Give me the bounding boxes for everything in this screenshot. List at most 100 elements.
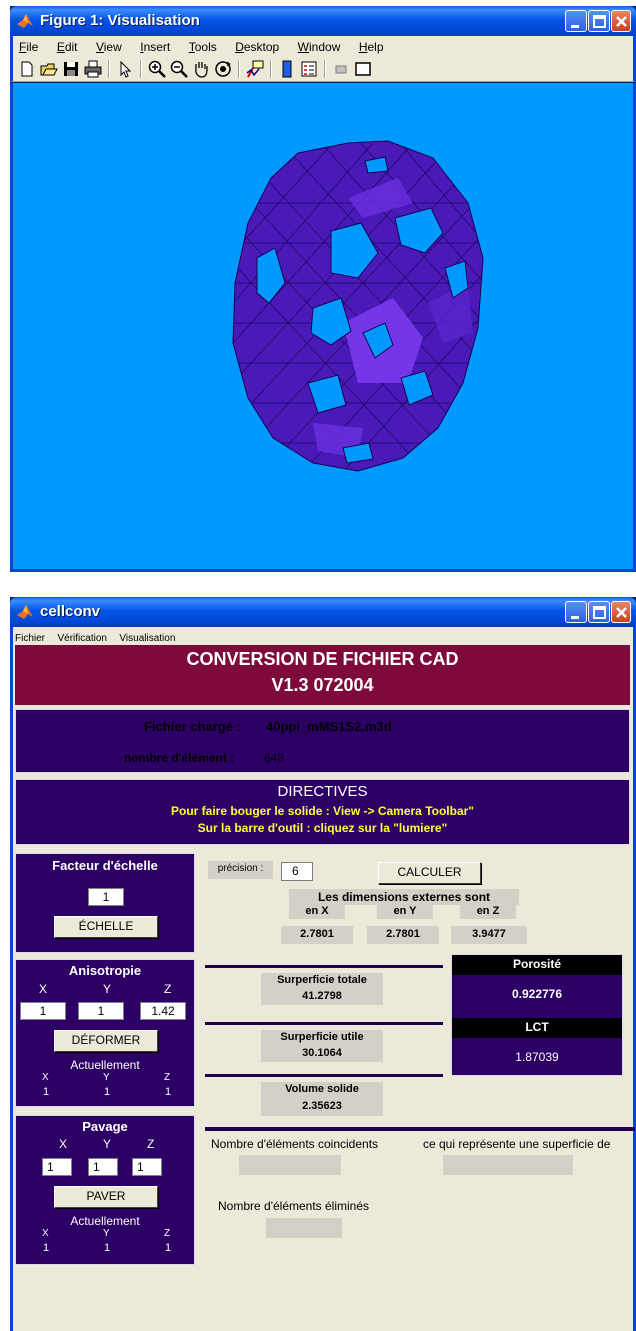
total-surface-value: 41.2798 (261, 989, 383, 1005)
toolbar-separator (238, 60, 240, 78)
figure-canvas[interactable] (10, 83, 636, 572)
anisotropy-y-input[interactable]: 1 (78, 1002, 124, 1020)
cellconv-menubar: Fichier Vérification Visualisation (10, 627, 636, 644)
directives-line-2: Sur la barre d'outil : cliquez sur la "l… (197, 821, 448, 835)
tiling-z-label: Z (147, 1137, 155, 1151)
figure-window: Figure 1: Visualisation File Edit View I… (10, 6, 636, 572)
tiling-title: Pavage (82, 1119, 128, 1134)
tile-button[interactable]: PAVER (54, 1186, 158, 1208)
menu-tools[interactable]: Tools (189, 40, 217, 54)
print-icon[interactable] (83, 59, 103, 79)
element-count-value: 648 (264, 751, 285, 765)
dimensions-y-value: 2.7801 (367, 926, 439, 944)
menu-file[interactable]: File (19, 40, 38, 54)
useful-surface-label: Surperficie utile (261, 1030, 383, 1046)
new-file-icon[interactable] (17, 59, 37, 79)
toolbar-separator (270, 60, 272, 78)
deform-button[interactable]: DÉFORMER (54, 1030, 158, 1052)
tiling-x-label: X (59, 1137, 68, 1151)
element-count-label: nombre d'élément : (124, 751, 235, 765)
figure-toolbar (10, 56, 636, 82)
save-icon[interactable] (61, 59, 81, 79)
menu-help[interactable]: Help (359, 40, 384, 54)
loaded-file-value: 40ppi_mMS1S2.m3d (266, 719, 392, 734)
scale-input[interactable]: 1 (88, 888, 124, 906)
dimensions-z-value: 3.9477 (451, 926, 527, 944)
menu-window[interactable]: Window (298, 40, 341, 54)
legend-icon[interactable] (299, 59, 319, 79)
maximize-button[interactable] (588, 601, 610, 623)
app-version: V1.3 072004 (271, 675, 374, 695)
represents-surface-label: ce qui représente une superficie de (423, 1137, 611, 1151)
useful-surface-value: 30.1064 (261, 1046, 383, 1062)
hide-plot-tools-icon[interactable] (331, 59, 351, 79)
figure-title: Figure 1: Visualisation (40, 12, 200, 29)
tiling-y-input[interactable]: 1 (88, 1158, 118, 1176)
menu-view[interactable]: View (96, 40, 122, 54)
cellconv-titlebar[interactable]: cellconv (10, 597, 636, 627)
porosity-label: Porosité (512, 957, 561, 971)
minimize-icon (571, 616, 579, 619)
zoom-out-icon[interactable] (169, 59, 189, 79)
close-button[interactable] (611, 601, 631, 623)
total-surface-label: Surperficie totale (261, 973, 383, 989)
tiling-y-label: Y (103, 1137, 112, 1151)
menu-edit[interactable]: Edit (57, 40, 78, 54)
figure-menubar: File Edit View Insert Tools Desktop Wind… (10, 36, 636, 56)
file-info-panel: Fichier chargé : 40ppi_mMS1S2.m3d nombre… (15, 709, 630, 773)
solid-volume-value: 2.35623 (261, 1098, 383, 1116)
anisotropy-panel: Anisotropie X Y Z 1 1 1.42 DÉFORMER Actu… (15, 959, 195, 1107)
cellular-solid-mesh[interactable] (13, 83, 633, 569)
porosity-header: Porosité (452, 955, 622, 975)
menu-desktop[interactable]: Desktop (235, 40, 279, 54)
arrow-pointer-icon[interactable] (115, 59, 135, 79)
divider-line (205, 1074, 443, 1077)
tiling-panel: Pavage X Y Z 1 1 1 PAVER Actuellement X … (15, 1115, 195, 1265)
dimensions-title: Les dimensions externes sont (289, 889, 519, 905)
anisotropy-x-label: X (39, 982, 48, 996)
anisotropy-title: Anisotropie (68, 963, 142, 978)
scale-title: Facteur d'échelle (52, 858, 158, 873)
anisotropy-x-input[interactable]: 1 (20, 1002, 66, 1020)
maximize-icon (593, 15, 606, 28)
minimize-button[interactable] (565, 601, 587, 623)
calculate-button[interactable]: CALCULER (378, 862, 481, 884)
dimensions-y-header: en Y (377, 905, 433, 919)
tiling-current-x-label: X (42, 1228, 49, 1239)
tiling-current-z-value: 1 (165, 1242, 172, 1254)
tiling-current-y-value: 1 (104, 1242, 111, 1254)
toolbar-separator (140, 60, 142, 78)
minimize-button[interactable] (565, 10, 587, 32)
tiling-current-label: Actuellement (70, 1214, 140, 1228)
colorbar-icon[interactable] (277, 59, 297, 79)
scale-button[interactable]: ÉCHELLE (54, 916, 158, 938)
anisotropy-current-z-value: 1 (165, 1086, 172, 1098)
zoom-in-icon[interactable] (147, 59, 167, 79)
open-file-icon[interactable] (39, 59, 59, 79)
tiling-x-input[interactable]: 1 (42, 1158, 72, 1176)
porosity-lct-panel: Porosité 0.922776 LCT 1.87039 (451, 954, 623, 1076)
data-cursor-icon[interactable] (245, 59, 265, 79)
porosity-value: 0.922776 (511, 987, 563, 1001)
lct-value: 1.87039 (515, 1050, 559, 1064)
tiling-z-input[interactable]: 1 (132, 1158, 162, 1176)
rotate-3d-icon[interactable] (213, 59, 233, 79)
eliminated-label: Nombre d'éléments éliminés (218, 1199, 370, 1213)
divider-line (205, 1127, 635, 1131)
close-button[interactable] (611, 10, 631, 32)
maximize-button[interactable] (588, 10, 610, 32)
precision-input[interactable]: 6 (281, 862, 313, 881)
figure-titlebar[interactable]: Figure 1: Visualisation (10, 6, 636, 36)
eliminated-value (266, 1218, 342, 1238)
menu-insert[interactable]: Insert (140, 40, 170, 54)
anisotropy-current-y-label: Y (103, 1072, 110, 1083)
directives-panel: DIRECTIVES Pour faire bouger le solide :… (15, 779, 630, 845)
divider-line (205, 1022, 443, 1025)
pan-hand-icon[interactable] (191, 59, 211, 79)
tiling-current-x-value: 1 (43, 1242, 50, 1254)
anisotropy-z-input[interactable]: 1.42 (140, 1002, 186, 1020)
anisotropy-current-z-label: Z (164, 1072, 171, 1083)
show-plot-tools-icon[interactable] (353, 59, 373, 79)
lct-header: LCT (452, 1018, 622, 1038)
anisotropy-current-y-value: 1 (104, 1086, 111, 1098)
